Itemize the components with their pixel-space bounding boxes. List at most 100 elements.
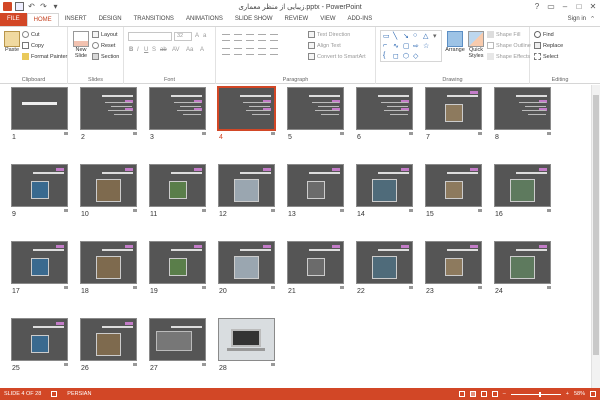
slide-thumbnail-20[interactable] — [219, 242, 274, 283]
bracket-shape-icon[interactable]: ⌐ — [383, 42, 387, 49]
slide-thumbnail-21[interactable] — [288, 242, 343, 283]
tab-file[interactable]: FILE — [0, 13, 27, 26]
tab-home[interactable]: HOME — [26, 13, 59, 26]
diamond-shape-icon[interactable]: ◇ — [413, 52, 418, 60]
transition-icon[interactable] — [547, 132, 551, 135]
gallery-more-icon[interactable]: ▾ — [433, 32, 437, 40]
curve-shape-icon[interactable]: ∿ — [393, 42, 399, 50]
shadow-icon[interactable]: S — [152, 47, 156, 53]
numbering-icon[interactable] — [234, 34, 242, 41]
layout-button[interactable]: Layout — [92, 31, 118, 38]
transition-icon[interactable] — [202, 132, 206, 135]
transition-icon[interactable] — [340, 132, 344, 135]
slide-thumbnail-22[interactable] — [357, 242, 412, 283]
shrink-font-icon[interactable]: a — [203, 33, 206, 39]
replace-button[interactable]: Replace — [534, 42, 563, 49]
transition-icon[interactable] — [409, 132, 413, 135]
italic-icon[interactable]: I — [137, 47, 139, 53]
font-color-icon[interactable]: A — [200, 47, 204, 53]
transition-icon[interactable] — [340, 209, 344, 212]
transition-icon[interactable] — [64, 132, 68, 135]
cut-button[interactable]: Cut — [22, 31, 40, 38]
reading-view-icon[interactable] — [480, 391, 487, 397]
zoom-out-icon[interactable]: – — [503, 388, 506, 400]
find-button[interactable]: Find — [534, 31, 554, 38]
transition-icon[interactable] — [478, 132, 482, 135]
tab-animations[interactable]: ANIMATIONS — [180, 13, 229, 26]
transition-icon[interactable] — [133, 209, 137, 212]
shape-fill-button[interactable]: Shape Fill — [487, 31, 520, 38]
vertical-scrollbar[interactable] — [591, 85, 600, 388]
triangle-shape-icon[interactable]: △ — [423, 32, 428, 40]
line-spacing-icon[interactable] — [270, 34, 278, 41]
oval-shape-icon[interactable]: ○ — [413, 32, 417, 39]
language-indicator[interactable]: PERSIAN — [67, 388, 91, 400]
font-size-box[interactable]: 32 — [174, 32, 192, 41]
slide-thumbnail-18[interactable] — [81, 242, 136, 283]
slide-thumbnail-6[interactable] — [357, 88, 412, 129]
callout-shape-icon[interactable]: ◻ — [393, 52, 399, 60]
slide-thumbnail-27[interactable] — [150, 319, 205, 360]
transition-icon[interactable] — [202, 363, 206, 366]
columns-icon[interactable] — [270, 48, 278, 55]
slide-thumbnail-24[interactable] — [495, 242, 550, 283]
slide-thumbnail-15[interactable] — [426, 165, 481, 206]
copy-button[interactable]: Copy — [22, 42, 44, 49]
transition-icon[interactable] — [409, 209, 413, 212]
transition-icon[interactable] — [478, 209, 482, 212]
maximize-icon[interactable]: □ — [572, 0, 586, 13]
tab-insert[interactable]: INSERT — [59, 13, 93, 26]
slide-thumbnail-19[interactable] — [150, 242, 205, 283]
select-button[interactable]: Select — [534, 53, 558, 60]
transition-icon[interactable] — [271, 132, 275, 135]
slideshow-view-icon[interactable] — [491, 391, 498, 397]
bullets-icon[interactable] — [222, 34, 230, 41]
right-arrow-shape-icon[interactable]: ⇨ — [413, 42, 419, 50]
slide-thumbnail-4[interactable] — [219, 88, 274, 129]
grow-font-icon[interactable]: A — [195, 33, 199, 39]
line-shape-icon[interactable]: ╲ — [393, 32, 397, 40]
transition-icon[interactable] — [64, 209, 68, 212]
slide-thumbnail-2[interactable] — [81, 88, 136, 129]
transition-icon[interactable] — [271, 286, 275, 289]
transition-icon[interactable] — [547, 209, 551, 212]
rectangle-shape-icon[interactable]: ▭ — [383, 32, 390, 40]
transition-icon[interactable] — [133, 363, 137, 366]
zoom-in-icon[interactable]: + — [566, 388, 569, 400]
align-left-icon[interactable] — [222, 48, 230, 55]
slide-thumbnail-3[interactable] — [150, 88, 205, 129]
brace-shape-icon[interactable]: { — [383, 52, 385, 59]
align-text-button[interactable]: Align Text — [308, 42, 341, 49]
slide-thumbnail-14[interactable] — [357, 165, 412, 206]
tab-add-ins[interactable]: ADD-INS — [342, 13, 379, 26]
decrease-indent-icon[interactable] — [246, 34, 254, 41]
quick-styles-button[interactable]: Quick Styles — [466, 31, 486, 59]
transition-icon[interactable] — [340, 286, 344, 289]
strikethrough-icon[interactable]: ab — [160, 47, 167, 53]
star-shape-icon[interactable]: ☆ — [423, 42, 429, 50]
shape-effects-button[interactable]: Shape Effects — [487, 53, 530, 60]
shape-outline-button[interactable]: Shape Outline — [487, 42, 531, 49]
transition-icon[interactable] — [64, 363, 68, 366]
hexagon-shape-icon[interactable]: ⬡ — [403, 52, 409, 60]
slide-sorter-view-icon[interactable] — [469, 391, 476, 397]
change-case-icon[interactable]: Aa — [186, 47, 193, 53]
transition-icon[interactable] — [64, 286, 68, 289]
bold-icon[interactable]: B — [129, 47, 133, 53]
fit-to-window-icon[interactable] — [590, 391, 596, 397]
tab-view[interactable]: VIEW — [314, 13, 341, 26]
ribbon-display-icon[interactable]: ▭ — [544, 0, 558, 13]
normal-view-icon[interactable] — [458, 391, 465, 397]
convert-smartart-button[interactable]: Convert to SmartArt — [308, 53, 366, 60]
transition-icon[interactable] — [478, 286, 482, 289]
tab-transitions[interactable]: TRANSITIONS — [128, 13, 180, 26]
slide-thumbnail-28[interactable] — [219, 319, 274, 360]
rounded-rect-shape-icon[interactable]: ▢ — [403, 42, 410, 50]
slide-thumbnail-5[interactable] — [288, 88, 343, 129]
transition-icon[interactable] — [271, 363, 275, 366]
zoom-slider-thumb[interactable] — [538, 391, 541, 397]
justify-icon[interactable] — [258, 48, 266, 55]
spellcheck-icon[interactable] — [51, 391, 58, 397]
close-icon[interactable]: ✕ — [586, 0, 600, 13]
text-direction-button[interactable]: Text Direction — [308, 31, 350, 38]
